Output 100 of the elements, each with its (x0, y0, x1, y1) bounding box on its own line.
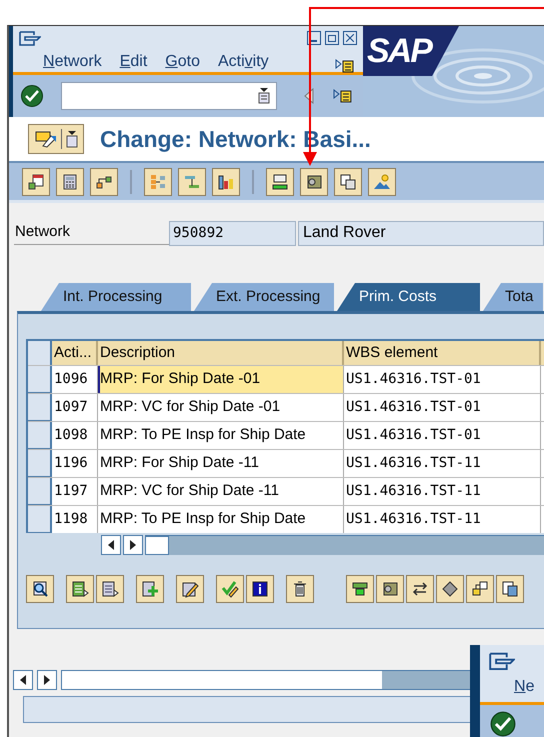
landscape-icon (373, 172, 391, 190)
calculator-button[interactable] (56, 168, 84, 196)
scroll-left-button[interactable] (101, 535, 121, 555)
list-page-icon (101, 580, 119, 598)
diamond-icon (441, 580, 459, 598)
list-arrow-button[interactable] (66, 575, 94, 603)
structure-button[interactable] (144, 168, 172, 196)
menu-item[interactable]: Goto (165, 50, 200, 74)
left-arrow-icon (20, 675, 26, 685)
document-icon (305, 172, 323, 190)
dropdown-icon (66, 130, 78, 148)
menu-item[interactable]: Network (43, 50, 102, 74)
swap-button[interactable] (406, 575, 434, 603)
table-cell[interactable]: MRP: To PE Insp for Ship Date (98, 422, 344, 449)
structure-icon (149, 172, 167, 190)
table-cell: US1.46316.TST-11 (344, 450, 541, 477)
horizontal-scrollbar[interactable] (145, 535, 544, 555)
table-cell[interactable]: MRP: To PE Insp for Ship Date (98, 506, 344, 533)
row-selector[interactable] (28, 422, 52, 449)
node-button[interactable] (346, 575, 374, 603)
tab[interactable]: Prim. Costs (337, 283, 480, 311)
check-pencil-icon (221, 580, 239, 598)
back-icon[interactable] (303, 88, 316, 104)
tab[interactable]: Ext. Processing (194, 283, 334, 311)
enter-icon[interactable] (490, 711, 516, 737)
history-dropdown-icon[interactable] (258, 88, 270, 104)
calculator-icon (61, 172, 79, 190)
table-cell: US1.46316.TST-01 (344, 366, 541, 393)
network-number-field[interactable]: 950892 (169, 220, 296, 246)
list-page-button[interactable] (96, 575, 124, 603)
swap-icon (411, 580, 429, 598)
add-button[interactable] (136, 575, 164, 603)
copy-button[interactable] (334, 168, 362, 196)
document-button[interactable] (300, 168, 328, 196)
window-list-icon (501, 580, 519, 598)
trash-button[interactable] (286, 575, 314, 603)
table-cell: 1198 (52, 506, 98, 533)
row-selector[interactable] (28, 506, 52, 533)
row-selector[interactable] (28, 366, 52, 393)
bar-chart-icon (217, 172, 235, 190)
calendar-icon (27, 172, 45, 190)
tree-icon (471, 580, 489, 598)
pencil-icon (181, 580, 199, 598)
gantt-button[interactable] (178, 168, 206, 196)
calendar-button[interactable] (22, 168, 50, 196)
minimize-button[interactable] (307, 31, 321, 45)
check-icon (24, 90, 39, 102)
scroll-left-button[interactable] (13, 670, 33, 690)
maximize-button[interactable] (325, 31, 339, 45)
document-button[interactable] (376, 575, 404, 603)
info-button[interactable] (246, 575, 274, 603)
column-header[interactable]: Acti... (52, 341, 98, 365)
row-selector[interactable] (28, 478, 52, 505)
bar-chart-button[interactable] (212, 168, 240, 196)
scroll-right-button[interactable] (37, 670, 57, 690)
table-cell: 1196 (52, 450, 98, 477)
search-button[interactable] (26, 575, 54, 603)
hierarchy-button[interactable] (90, 168, 118, 196)
pencil-button[interactable] (176, 575, 204, 603)
table-cell: US1.46316.TST-01 (344, 394, 541, 421)
tab[interactable]: Int. Processing (41, 283, 191, 311)
table-cell: 1096 (52, 366, 98, 393)
window-list-button[interactable] (496, 575, 524, 603)
display-change-button[interactable] (28, 124, 84, 154)
row-selector[interactable] (28, 394, 52, 421)
tab[interactable]: Tota (483, 283, 543, 311)
close-button[interactable] (343, 31, 357, 45)
menu-item[interactable]: Edit (120, 50, 148, 74)
add-icon (141, 580, 159, 598)
menu-item[interactable]: Ne (514, 678, 534, 695)
menu-item[interactable]: Activity (218, 50, 269, 74)
table-cell: US1.46316.TST-01 (344, 422, 541, 449)
landscape-button[interactable] (368, 168, 396, 196)
window-menu-icon[interactable] (19, 31, 41, 47)
table-cell[interactable]: MRP: For Ship Date -11 (98, 450, 344, 477)
monitor-button[interactable] (266, 168, 294, 196)
table-cell[interactable]: MRP: VC for Ship Date -01 (98, 394, 344, 421)
copy-icon (339, 172, 357, 190)
search-icon (31, 580, 49, 598)
node-icon (351, 580, 369, 598)
window-menu-icon[interactable] (489, 652, 515, 672)
diamond-button[interactable] (436, 575, 464, 603)
row-selector[interactable] (28, 450, 52, 477)
monitor-icon (271, 172, 289, 190)
table-cell: US1.46316.TST-11 (344, 478, 541, 505)
check-pencil-button[interactable] (216, 575, 244, 603)
select-all-button[interactable] (28, 341, 52, 365)
column-header[interactable]: WBS element (344, 341, 541, 365)
tree-button[interactable] (466, 575, 494, 603)
scroll-right-button[interactable] (123, 535, 143, 555)
column-header[interactable]: Description (98, 341, 344, 365)
enter-button[interactable] (21, 85, 43, 107)
list-arrow-icon (71, 580, 89, 598)
command-field[interactable] (60, 82, 278, 110)
network-description-field[interactable]: Land Rover (298, 220, 544, 246)
table-cell: US1.46316.TST-11 (344, 506, 541, 533)
table-cell[interactable]: MRP: VC for Ship Date -11 (98, 478, 344, 505)
table-cell[interactable]: MRP: For Ship Date -01 (98, 366, 344, 393)
second-window[interactable]: Ne (470, 645, 544, 737)
glasses-pencil-icon (34, 130, 56, 148)
